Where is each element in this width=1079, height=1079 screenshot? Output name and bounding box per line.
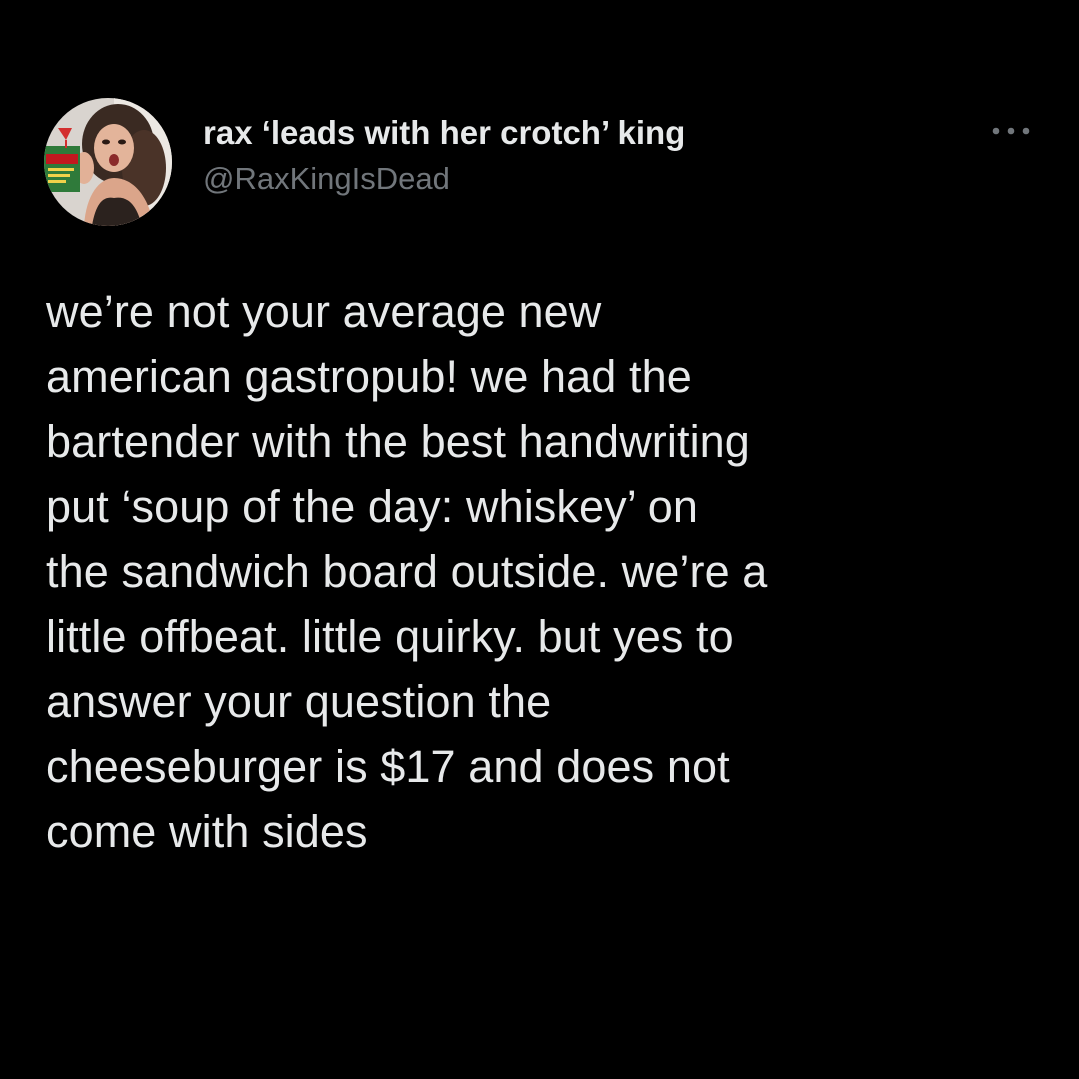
tweet-text-line: cheeseburger is $17 and does not [46, 741, 730, 792]
author-block[interactable]: rax ‘leads with her crotch’ king @RaxKin… [203, 112, 685, 200]
tweet-text-line: answer your question the [46, 676, 552, 727]
tweet-text-line: come with sides [46, 806, 368, 857]
tweet-text-line: the sandwich board outside. we’re a [46, 546, 768, 597]
display-name[interactable]: rax ‘leads with her crotch’ king [203, 112, 685, 154]
user-handle[interactable]: @RaxKingIsDead [203, 158, 685, 200]
tweet-card: rax ‘leads with her crotch’ king @RaxKin… [0, 0, 1079, 1079]
more-horizontal-icon [992, 127, 1030, 135]
tweet-text: we’re not your average new american gast… [46, 279, 1046, 864]
tweet-text-line: little offbeat. little quirky. but yes t… [46, 611, 734, 662]
tweet-text-line: put ‘soup of the day: whiskey’ on [46, 481, 699, 532]
more-options-button[interactable] [986, 114, 1036, 148]
avatar-image [44, 98, 172, 226]
tweet-text-line: bartender with the best handwriting [46, 416, 750, 467]
tweet-text-line: american gastropub! we had the [46, 351, 692, 402]
avatar[interactable] [44, 98, 172, 226]
tweet-text-line: we’re not your average new [46, 286, 602, 337]
